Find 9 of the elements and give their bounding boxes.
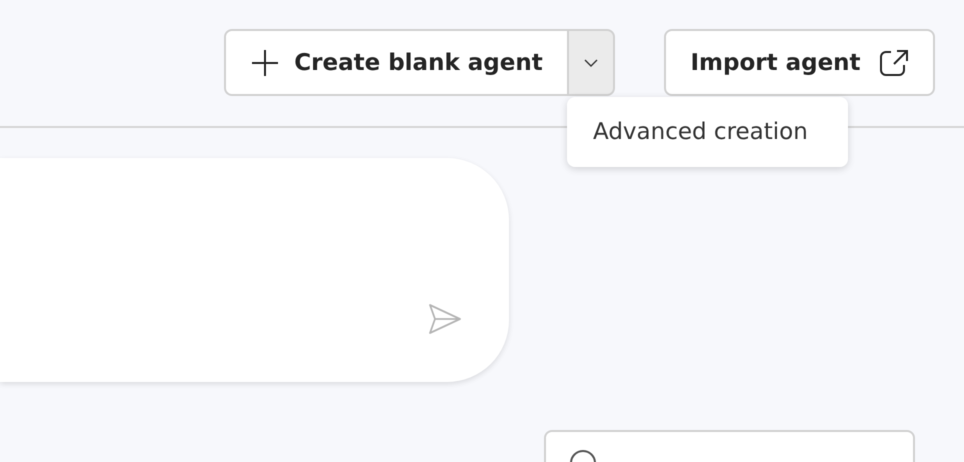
plus-icon xyxy=(250,48,280,78)
chevron-down-icon xyxy=(584,58,598,66)
external-link-icon xyxy=(878,48,909,76)
create-blank-agent-button[interactable]: Create blank agent xyxy=(224,29,567,96)
chat-input-box[interactable] xyxy=(0,158,509,382)
dropdown-button[interactable] xyxy=(567,29,615,96)
send-icon[interactable] xyxy=(428,303,462,335)
menu-item[interactable]: Advanced creation xyxy=(567,107,848,157)
import-agent-button[interactable]: Import agent xyxy=(664,29,935,96)
